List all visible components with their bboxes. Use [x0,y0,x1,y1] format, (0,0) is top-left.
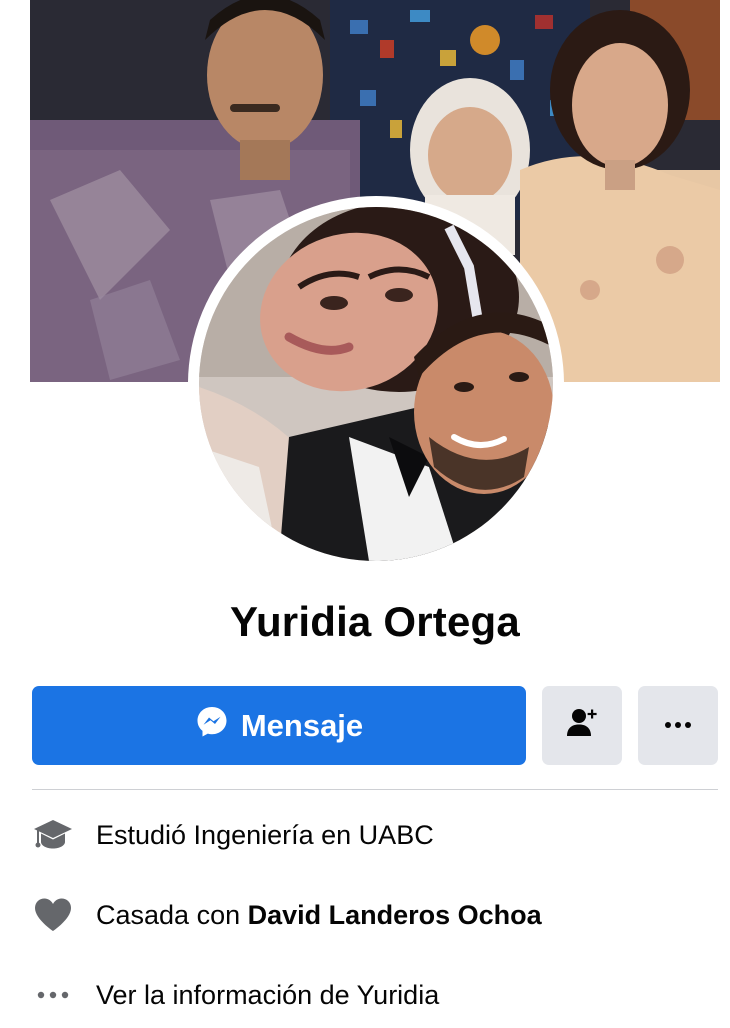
relationship-prefix: Casada con [96,899,248,930]
education-text: Estudió Ingeniería en UABC [96,819,434,850]
heart-icon [32,894,74,936]
messenger-icon [195,705,229,747]
intro-relationship: Casada con David Landeros Ochoa [32,890,722,940]
message-button-label: Mensaje [240,707,364,743]
relationship-text: Casada con David Landeros Ochoa [96,900,542,931]
more-icon [663,717,693,735]
more-options-button[interactable] [638,686,718,765]
ellipsis-icon [32,974,74,1016]
see-more-text: Ver la información de Yuridia [96,979,440,1010]
message-button[interactable]: Mensaje [32,686,526,765]
add-friend-button[interactable] [542,686,622,765]
graduation-cap-icon [32,814,74,856]
divider [32,789,718,790]
intro-education: Estudió Ingeniería en UABC [32,810,722,860]
add-friend-icon [564,705,600,746]
intro-see-more[interactable]: Ver la información de Yuridia [32,970,722,1020]
partner-name-link[interactable]: David Landeros Ochoa [248,900,542,930]
profile-name: Yuridia Ortega [230,598,520,645]
profile-picture-image [199,207,553,561]
profile-picture[interactable] [199,207,553,561]
